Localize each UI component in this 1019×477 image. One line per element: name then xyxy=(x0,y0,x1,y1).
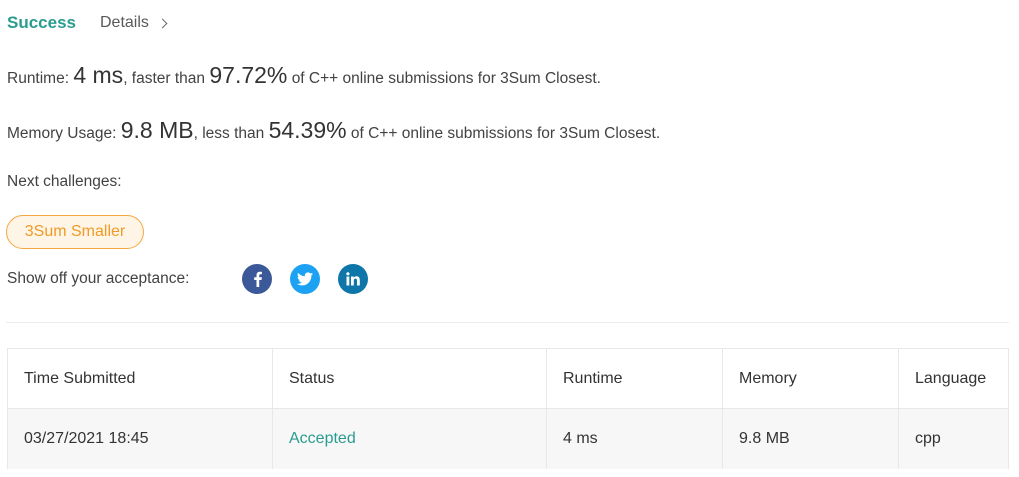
section-divider xyxy=(6,322,1009,323)
memory-comparison: , less than xyxy=(193,125,265,142)
runtime-percent: 97.72% xyxy=(209,62,288,88)
table-header-row: Time Submitted Status Runtime Memory Lan… xyxy=(8,349,1008,409)
submission-status-title: Success xyxy=(7,13,76,32)
column-header-runtime: Runtime xyxy=(547,349,723,408)
submissions-table: Time Submitted Status Runtime Memory Lan… xyxy=(7,348,1009,469)
challenge-3sum-smaller[interactable]: 3Sum Smaller xyxy=(6,215,144,249)
runtime-comparison: , faster than xyxy=(123,70,206,87)
cell-language: cpp xyxy=(915,430,941,447)
table-row: 03/27/2021 18:45 Accepted 4 ms 9.8 MB cp… xyxy=(8,409,1008,469)
result-header: Success Details xyxy=(7,11,168,35)
memory-stat: Memory Usage: 9.8 MB , less than 54.39% … xyxy=(7,117,660,144)
chevron-right-icon xyxy=(157,18,168,28)
share-label: Show off your acceptance: xyxy=(7,270,190,287)
runtime-suffix: of C++ online submissions for 3Sum Close… xyxy=(291,70,601,87)
memory-suffix: of C++ online submissions for 3Sum Close… xyxy=(350,125,661,142)
column-header-language: Language xyxy=(915,369,987,387)
facebook-icon xyxy=(254,271,262,287)
column-header-time-submitted: Time Submitted xyxy=(8,349,273,408)
runtime-stat: Runtime: 4 ms , faster than 97.72% of C+… xyxy=(7,62,601,89)
linkedin-icon xyxy=(346,272,360,286)
cell-memory: 9.8 MB xyxy=(723,409,899,469)
memory-value: 9.8 MB xyxy=(120,117,194,143)
linkedin-share-button[interactable] xyxy=(338,264,368,294)
next-challenges-label: Next challenges: xyxy=(7,173,122,190)
twitter-share-button[interactable] xyxy=(290,264,320,294)
memory-label: Memory Usage: xyxy=(7,125,117,142)
column-header-memory: Memory xyxy=(723,349,899,408)
cell-status-accepted[interactable]: Accepted xyxy=(273,409,547,469)
details-link[interactable]: Details xyxy=(100,14,168,32)
cell-runtime: 4 ms xyxy=(547,409,723,469)
twitter-icon xyxy=(297,272,313,286)
memory-percent: 54.39% xyxy=(268,117,347,143)
column-header-status: Status xyxy=(273,349,547,408)
runtime-label: Runtime: xyxy=(7,70,70,87)
runtime-value: 4 ms xyxy=(73,62,124,88)
details-label: Details xyxy=(100,14,149,31)
facebook-share-button[interactable] xyxy=(242,264,272,294)
cell-time-submitted: 03/27/2021 18:45 xyxy=(8,409,273,469)
